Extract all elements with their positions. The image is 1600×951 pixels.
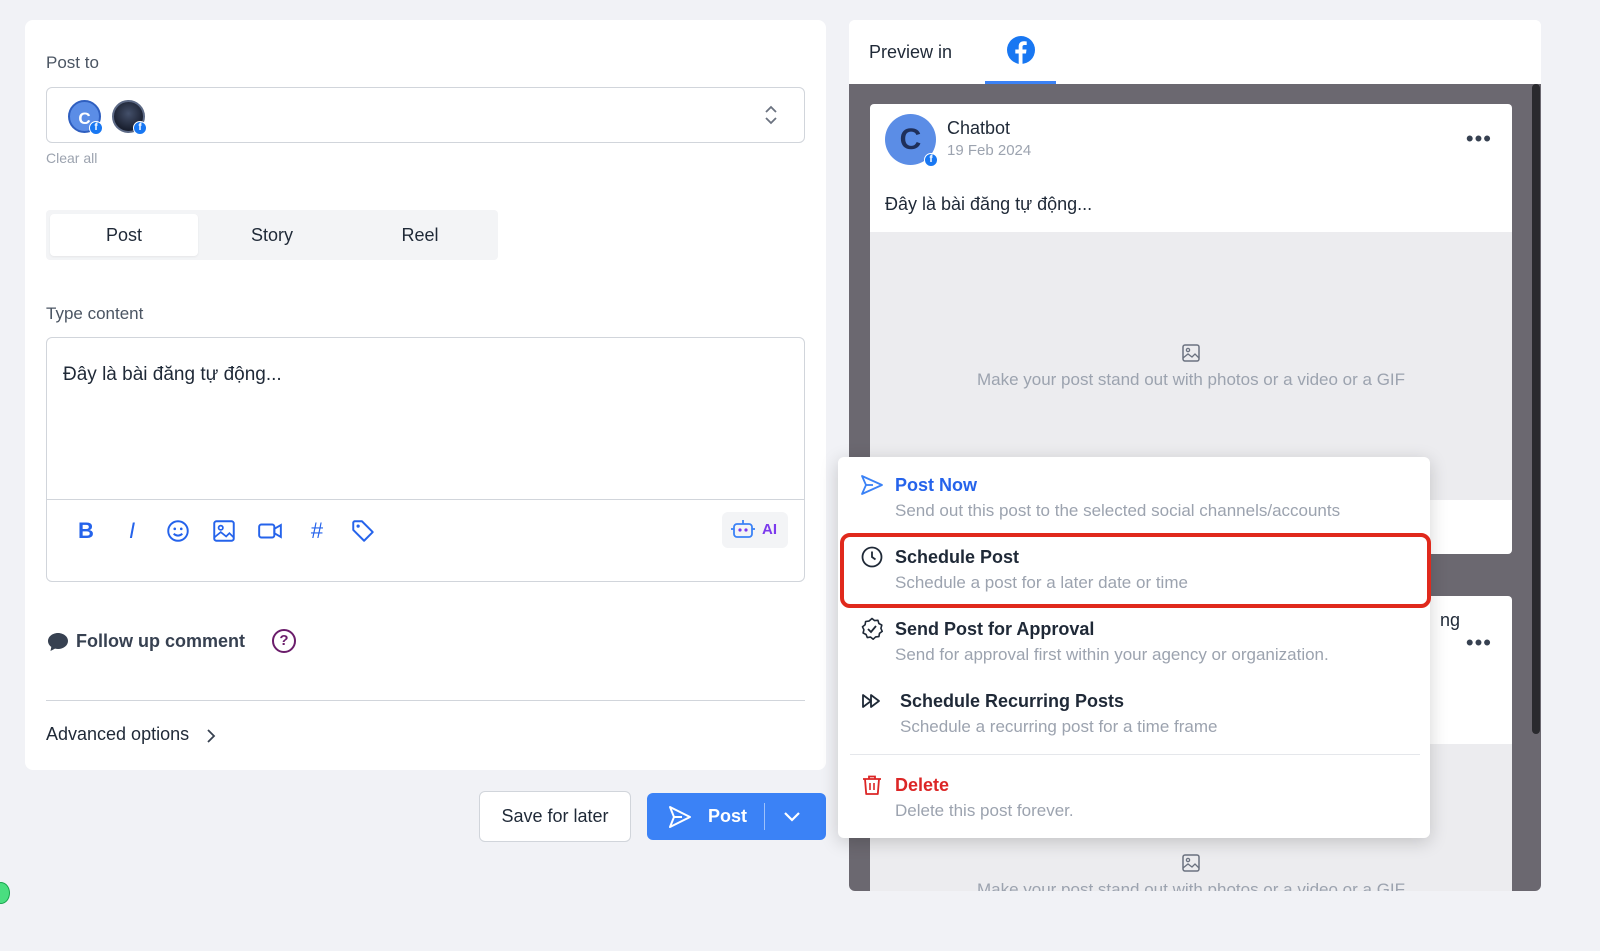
- button-divider: [764, 803, 765, 830]
- page-name-fragment: ng: [1440, 610, 1461, 630]
- image-icon: [1182, 344, 1200, 362]
- image-icon: [1182, 854, 1200, 872]
- bold-button[interactable]: B: [73, 518, 99, 544]
- menu-item-schedule-recurring[interactable]: Schedule Recurring Posts Schedule a recu…: [838, 673, 1430, 743]
- video-icon[interactable]: [257, 518, 283, 544]
- chevron-up-down-icon[interactable]: [764, 104, 778, 126]
- fast-forward-icon: [862, 694, 880, 708]
- facebook-badge-icon: f: [89, 121, 103, 135]
- comment-bubble-icon: [48, 633, 68, 651]
- content-text[interactable]: Đây là bài đăng tự động...: [63, 364, 282, 386]
- post-to-select[interactable]: C f f: [46, 87, 805, 143]
- account-avatar-photo[interactable]: f: [112, 100, 147, 135]
- menu-item-delete[interactable]: Delete Delete this post forever.: [838, 757, 1430, 827]
- post-button[interactable]: Post: [647, 793, 826, 840]
- preview-header: Preview in: [849, 20, 1541, 84]
- robot-icon: [731, 520, 755, 538]
- menu-item-title: Schedule Recurring Posts: [900, 691, 1125, 711]
- content-editor[interactable]: Đây là bài đăng tự động... B I # AI: [46, 337, 805, 582]
- page-name: Chatbot: [947, 118, 1011, 138]
- menu-item-post-now[interactable]: Post Now Send out this post to the selec…: [838, 457, 1430, 527]
- trash-icon: [863, 775, 881, 795]
- preview-in-label: Preview in: [869, 42, 953, 62]
- avatar-initial: C: [899, 123, 922, 156]
- hashtag-button[interactable]: #: [304, 518, 330, 544]
- menu-item-title: Delete: [895, 775, 950, 795]
- divider: [46, 700, 805, 701]
- facebook-icon: [1007, 36, 1035, 64]
- italic-button[interactable]: I: [119, 518, 145, 544]
- menu-item-title: Send Post for Approval: [895, 619, 1095, 639]
- more-options-icon[interactable]: •••: [1466, 126, 1492, 152]
- post-to-label: Post to: [46, 53, 99, 72]
- tab-facebook-preview[interactable]: [985, 20, 1056, 84]
- formatting-toolbar: B I # AI: [47, 499, 804, 581]
- tab-post[interactable]: Post: [50, 214, 198, 256]
- avatar: C f: [885, 114, 938, 167]
- tab-reel[interactable]: Reel: [346, 214, 494, 256]
- menu-item-description: Send out this post to the selected socia…: [895, 501, 1341, 520]
- clear-all-link[interactable]: Clear all: [46, 150, 97, 166]
- ai-assist-button[interactable]: AI: [722, 512, 788, 548]
- advanced-options-link[interactable]: Advanced options: [46, 724, 189, 745]
- chevron-right-icon[interactable]: [205, 728, 217, 744]
- schedule-post-highlight: [840, 533, 1431, 608]
- post-text: Đây là bài đăng tự động...: [885, 194, 1093, 214]
- menu-item-description: Delete this post forever.: [895, 801, 1074, 820]
- post-type-tabs: Post Story Reel: [46, 210, 498, 260]
- more-options-icon[interactable]: •••: [1466, 630, 1492, 656]
- facebook-badge-icon: f: [924, 153, 938, 167]
- media-hint: Make your post stand out with photos or …: [976, 370, 1406, 389]
- post-date: 19 Feb 2024: [947, 142, 1032, 159]
- chevron-down-icon[interactable]: [783, 810, 801, 824]
- tag-icon[interactable]: [350, 518, 376, 544]
- menu-item-description: Send for approval first within your agen…: [895, 645, 1329, 664]
- menu-item-description: Schedule a recurring post for a time fra…: [900, 717, 1218, 736]
- preview-scrollbar[interactable]: [1532, 84, 1540, 734]
- media-hint: Make your post stand out with photos or …: [976, 880, 1406, 891]
- menu-divider: [850, 754, 1420, 755]
- post-options-menu: Post Now Send out this post to the selec…: [838, 457, 1430, 838]
- post-button-label: Post: [708, 806, 748, 826]
- emoji-icon[interactable]: [165, 518, 191, 544]
- menu-item-send-for-approval[interactable]: Send Post for Approval Send for approval…: [838, 601, 1430, 671]
- save-for-later-button[interactable]: Save for later: [479, 791, 631, 842]
- type-content-label: Type content: [46, 304, 144, 323]
- ai-label: AI: [762, 521, 777, 538]
- image-icon[interactable]: [211, 518, 237, 544]
- menu-item-title: Post Now: [895, 475, 978, 495]
- send-icon: [669, 806, 691, 828]
- help-icon[interactable]: ?: [272, 629, 296, 653]
- approval-badge-icon: [861, 617, 883, 640]
- account-avatar-chatbot[interactable]: C f: [68, 100, 103, 135]
- facebook-badge-icon: f: [133, 121, 147, 135]
- follow-up-comment-label: Follow up comment: [76, 631, 245, 651]
- send-icon: [861, 475, 883, 495]
- status-indicator: [0, 882, 10, 904]
- tab-story[interactable]: Story: [198, 214, 346, 256]
- post-editor-card: Post to C f f Clear all Post Story Reel …: [25, 20, 826, 770]
